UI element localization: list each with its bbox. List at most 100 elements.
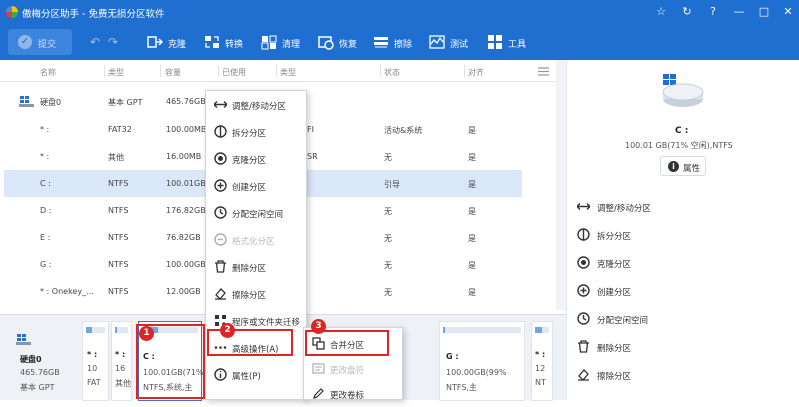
header-capacity[interactable]: 容量 <box>165 67 181 78</box>
disk-map-partition[interactable]: * : 12 NT <box>531 321 553 401</box>
convert-label: 转换 <box>225 40 244 50</box>
table-header: 名称 类型 容量 已使用 类型 状态 对齐 <box>0 60 560 82</box>
step-badge: 2 <box>220 323 235 338</box>
partition-size: 100.00GB(99% <box>446 368 507 377</box>
split-icon <box>577 228 590 241</box>
minimize-icon[interactable]: — <box>730 4 748 20</box>
header-used[interactable]: 已使用 <box>222 67 246 78</box>
row-capacity: 100.00MB <box>166 125 207 134</box>
row-status: 无 <box>384 261 392 270</box>
format-icon <box>214 233 227 246</box>
row-type: NTFS <box>108 287 129 296</box>
disk-map-disk-name: 硬盘0 <box>20 355 42 364</box>
column-menu-icon[interactable] <box>538 67 549 76</box>
header-divider <box>276 65 277 77</box>
convert-icon <box>205 36 219 48</box>
undo-icon[interactable]: ↶ <box>90 35 100 49</box>
row-capacity: 16.00MB <box>166 152 202 161</box>
row-name: D : <box>40 206 52 215</box>
redo-icon[interactable]: ↷ <box>108 35 118 49</box>
partition-letter: * : <box>115 350 126 359</box>
disk-map-partition[interactable]: * : 10 FAT <box>82 321 109 401</box>
row-filesystem: FI <box>307 125 314 134</box>
header-type[interactable]: 类型 <box>108 67 124 78</box>
disk-map-disk[interactable]: 硬盘0 465.76GB 基本 GPT <box>6 321 76 401</box>
question-icon[interactable]: ? <box>704 4 722 20</box>
row-alignment: 是 <box>468 153 476 162</box>
edit-label-icon <box>313 388 324 399</box>
row-alignment: 是 <box>468 288 476 297</box>
disk-map-partition[interactable]: * : 16 其他 <box>111 321 132 401</box>
close-icon[interactable]: ✕ <box>779 4 797 20</box>
row-status: 无 <box>384 234 392 243</box>
maximize-icon[interactable]: □ <box>755 4 773 20</box>
menu-item-resize-move[interactable]: 调整/移动分区 <box>206 91 306 118</box>
test-icon <box>429 35 445 49</box>
info-icon: i <box>668 161 679 172</box>
row-status: 无 <box>384 288 392 297</box>
partition-size: 12 <box>535 364 546 373</box>
row-type: NTFS <box>108 179 129 188</box>
clean-icon <box>261 35 277 50</box>
partition-size: 10 <box>87 364 98 373</box>
selected-drive-info: 100.01 GB(71% 空闲),NTFS <box>625 141 733 150</box>
title-bar: 傲梅分区助手 - 免费无损分区软件 ☆ ↻ ? — □ ✕ <box>0 0 799 24</box>
clone-partition-icon <box>214 152 227 165</box>
row-name: E : <box>40 233 51 242</box>
menu-item-properties[interactable]: 属性(P) <box>206 361 306 388</box>
usage-bar <box>535 327 549 333</box>
menu-item-allocate-space[interactable]: 分配空闲空间 <box>206 199 306 226</box>
refresh-icon[interactable]: ↻ <box>678 4 696 20</box>
change-serial-icon <box>312 363 325 374</box>
partition-size: 16 <box>115 364 126 373</box>
info-icon <box>214 368 227 381</box>
eraser-icon <box>215 288 226 300</box>
disk-map-partition[interactable]: G : 100.00GB(99% NTFS,主 <box>439 321 525 401</box>
app-logo-icon <box>6 6 18 18</box>
clean-label: 清理 <box>282 40 301 50</box>
star-icon[interactable]: ☆ <box>652 4 670 20</box>
step-badge: 3 <box>311 319 326 334</box>
row-alignment: 是 <box>468 207 476 216</box>
row-type: FAT32 <box>108 125 132 134</box>
properties-label: 属性 <box>683 164 701 174</box>
delete-icon <box>578 340 589 353</box>
create-partition-icon <box>214 179 227 192</box>
allocate-space-icon <box>214 206 227 219</box>
usage-bar <box>115 327 128 333</box>
properties-button[interactable]: i 属性 <box>660 156 706 176</box>
header-filesystem[interactable]: 类型 <box>280 67 296 78</box>
resize-move-icon <box>577 203 590 210</box>
header-status[interactable]: 状态 <box>384 67 400 78</box>
check-icon: ✓ <box>18 35 32 49</box>
menu-item-clone-partition[interactable]: 克隆分区 <box>206 145 306 172</box>
menu-item-delete[interactable]: 删除分区 <box>206 253 306 280</box>
disk-map-disk-type: 基本 GPT <box>20 383 55 392</box>
row-alignment: 是 <box>468 261 476 270</box>
header-name[interactable]: 名称 <box>40 67 56 78</box>
header-alignment[interactable]: 对齐 <box>468 67 484 78</box>
vertical-scrollbar[interactable] <box>556 60 566 310</box>
header-divider <box>218 65 219 77</box>
row-name: C : <box>40 179 51 188</box>
row-status: 无 <box>384 153 392 162</box>
menu-item-wipe[interactable]: 擦除分区 <box>206 280 306 307</box>
row-filesystem: SR <box>307 152 318 161</box>
row-name: * : Onekey_... <box>40 287 94 296</box>
menu-item-split[interactable]: 拆分分区 <box>206 118 306 145</box>
step-badge: 1 <box>139 326 154 341</box>
submit-button[interactable]: ✓ 提交 <box>8 29 72 55</box>
tools-icon <box>488 35 502 49</box>
menu-item-format[interactable]: 格式化分区 <box>206 226 306 253</box>
row-type: 其他 <box>108 153 124 162</box>
header-divider <box>380 65 381 77</box>
wipe-label: 擦除 <box>394 40 413 50</box>
row-alignment: 是 <box>468 126 476 135</box>
submenu-item-change-letter[interactable]: 更改盘符 <box>304 355 404 382</box>
partition-drive-icon <box>662 74 704 107</box>
submenu-item-change-label[interactable]: 更改卷标 <box>304 380 404 407</box>
row-capacity: 100.01GB <box>166 179 206 188</box>
partition-fs: NT <box>535 378 546 387</box>
menu-item-create-partition[interactable]: 创建分区 <box>206 172 306 199</box>
wipe-icon <box>374 37 388 48</box>
